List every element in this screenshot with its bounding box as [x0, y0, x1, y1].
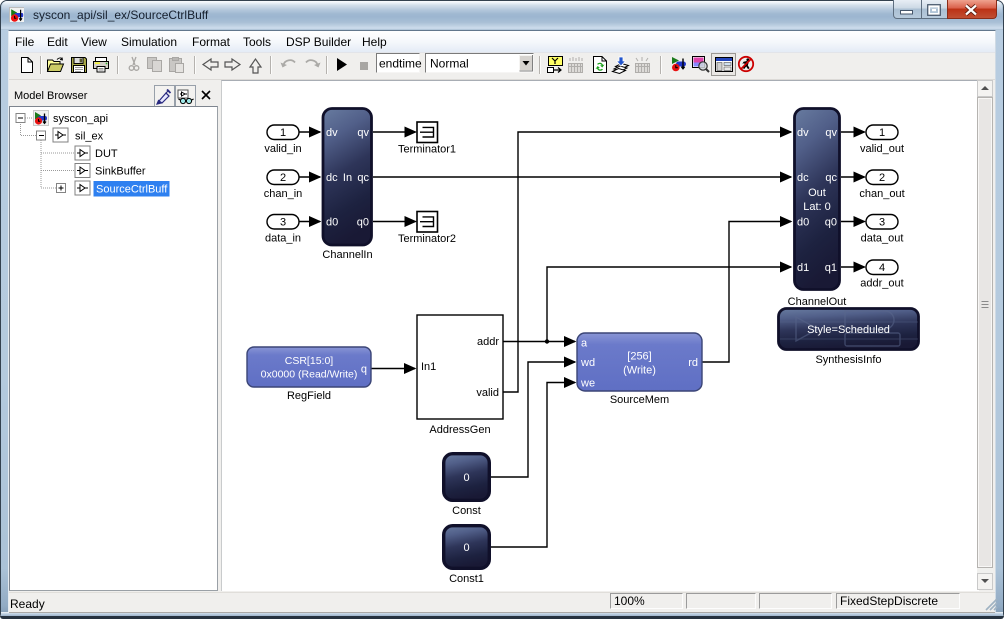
svg-text:we: we: [580, 378, 595, 390]
svg-text:Const1: Const1: [449, 573, 484, 585]
svg-text:AddressGen: AddressGen: [429, 424, 490, 436]
svg-text:CSR[15:0]: CSR[15:0]: [285, 355, 334, 367]
svg-text:a: a: [581, 338, 588, 350]
svg-text:0: 0: [463, 542, 469, 554]
svg-text:2: 2: [280, 172, 286, 184]
svg-text:q: q: [361, 364, 367, 376]
svg-text:Terminator1: Terminator1: [398, 144, 456, 156]
svg-text:q1: q1: [825, 262, 837, 274]
svg-text:Const: Const: [452, 505, 481, 517]
svg-text:In1: In1: [421, 361, 436, 373]
svg-text:dv: dv: [797, 127, 809, 139]
svg-text:q0: q0: [825, 217, 837, 229]
svg-text:In: In: [343, 172, 352, 184]
svg-text:d0: d0: [797, 217, 809, 229]
svg-text:dv: dv: [326, 127, 338, 139]
svg-text:addr: addr: [477, 336, 499, 348]
svg-text:chan_out: chan_out: [859, 188, 904, 200]
svg-text:SourceCtrlBuff: SourceCtrlBuff: [96, 184, 168, 196]
svg-text:0: 0: [463, 472, 469, 484]
svg-text:(Write): (Write): [623, 365, 656, 377]
svg-text:addr_out: addr_out: [860, 278, 903, 290]
svg-text:ChannelOut: ChannelOut: [788, 296, 847, 308]
svg-text:3: 3: [879, 217, 885, 229]
svg-text:Lat: 0: Lat: 0: [803, 201, 831, 213]
svg-text:1: 1: [280, 127, 286, 139]
svg-text:qc: qc: [825, 172, 837, 184]
svg-text:valid_out: valid_out: [860, 143, 904, 155]
svg-text:d1: d1: [797, 262, 809, 274]
svg-text:qv: qv: [825, 127, 837, 139]
svg-text:data_out: data_out: [861, 233, 904, 245]
svg-text:dc: dc: [326, 172, 338, 184]
svg-text:Out: Out: [808, 187, 826, 199]
svg-text:SynthesisInfo: SynthesisInfo: [815, 354, 881, 366]
svg-text:sil_ex: sil_ex: [75, 131, 104, 143]
svg-text:syscon_api: syscon_api: [53, 113, 108, 125]
svg-text:1: 1: [879, 127, 885, 139]
svg-text:[256]: [256]: [627, 351, 651, 363]
svg-text:qc: qc: [357, 172, 369, 184]
svg-text:chan_in: chan_in: [264, 188, 303, 200]
svg-text:valid_in: valid_in: [264, 143, 301, 155]
svg-text:wd: wd: [580, 357, 595, 369]
svg-text:0x0000 (Read/Write): 0x0000 (Read/Write): [261, 369, 358, 381]
svg-text:SourceMem: SourceMem: [610, 394, 669, 406]
svg-text:dc: dc: [797, 172, 809, 184]
svg-text:2: 2: [879, 172, 885, 184]
svg-text:RegField: RegField: [287, 390, 331, 402]
svg-text:SinkBuffer: SinkBuffer: [95, 166, 146, 178]
svg-text:d0: d0: [326, 217, 338, 229]
svg-text:4: 4: [879, 262, 885, 274]
svg-text:Style=Scheduled: Style=Scheduled: [807, 324, 890, 336]
svg-text:rd: rd: [688, 357, 698, 369]
svg-text:data_in: data_in: [265, 233, 301, 245]
svg-text:ChannelIn: ChannelIn: [322, 249, 372, 261]
svg-text:endtime: endtime: [379, 57, 422, 71]
svg-text:3: 3: [280, 217, 286, 229]
svg-text:Normal: Normal: [430, 57, 469, 71]
svg-text:q0: q0: [357, 217, 369, 229]
svg-text:valid: valid: [476, 387, 499, 399]
svg-text:DUT: DUT: [95, 148, 118, 160]
svg-text:qv: qv: [357, 127, 369, 139]
svg-text:Terminator2: Terminator2: [398, 233, 456, 245]
